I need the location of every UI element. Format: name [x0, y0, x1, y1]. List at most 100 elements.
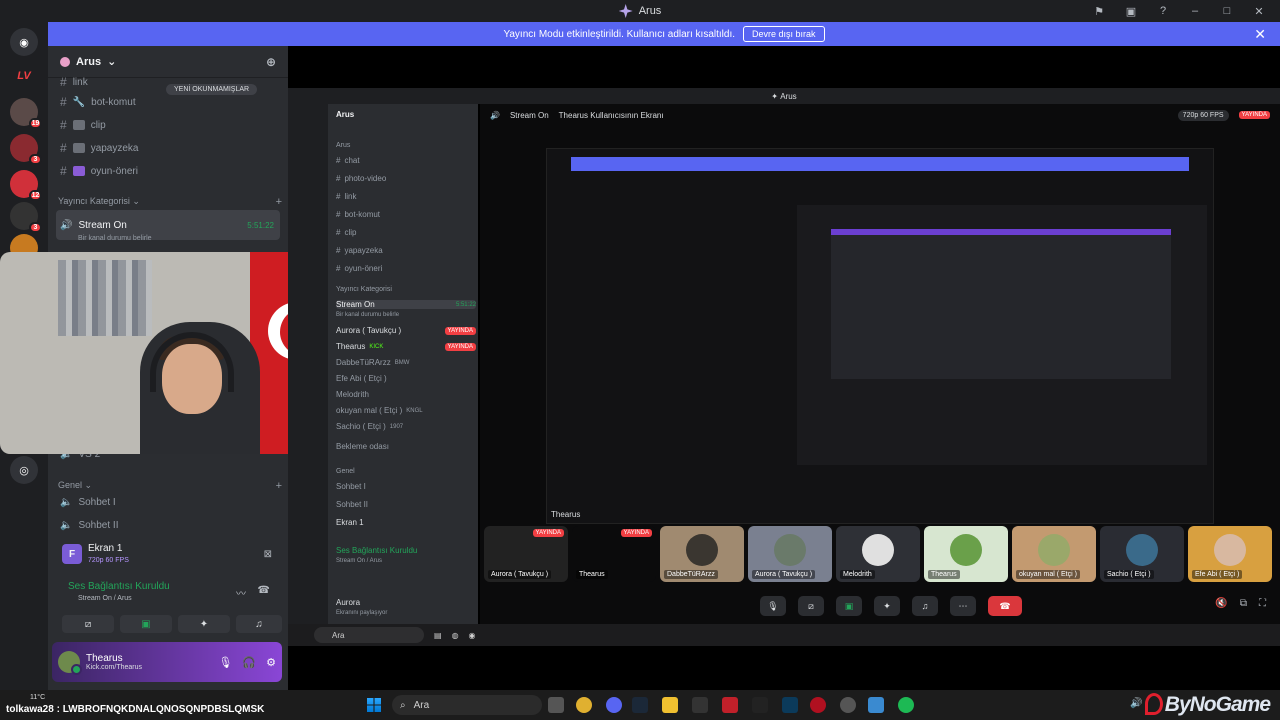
- app-icon[interactable]: [722, 697, 738, 713]
- screen-avatar: F: [62, 544, 82, 564]
- app-icon[interactable]: [868, 697, 884, 713]
- stop-stream-icon[interactable]: ⊠: [264, 549, 272, 560]
- avatar[interactable]: [58, 651, 82, 675]
- popout-icon[interactable]: ⧉: [1240, 598, 1247, 609]
- soundboard-button[interactable]: ♫: [236, 615, 282, 633]
- participant-tile[interactable]: Aurora ( Tavukçu ): [748, 526, 832, 582]
- shared-connection: Ses Bağlantısı Kuruldu: [336, 546, 418, 555]
- flag-icon[interactable]: ⚑: [1084, 0, 1114, 22]
- minimize-button[interactable]: –: [1180, 0, 1210, 22]
- photoshop-icon[interactable]: [782, 697, 798, 713]
- taskbar-search[interactable]: ⌕ Ara: [392, 695, 542, 715]
- settings-gear-icon[interactable]: ⚙: [266, 656, 276, 669]
- discord-icon[interactable]: [606, 697, 622, 713]
- add-channel-icon[interactable]: +: [276, 480, 282, 492]
- channel-oyun-oneri[interactable]: # oyun-öneri: [56, 161, 280, 181]
- spotify-icon[interactable]: [898, 697, 914, 713]
- more-options-icon[interactable]: ⋯: [950, 596, 976, 616]
- shared-channel-sidebar: Arus Arus # chat # photo-video # link # …: [328, 104, 478, 624]
- banner-close-icon[interactable]: ✕: [1254, 26, 1266, 43]
- server-badge-icon: [60, 56, 70, 67]
- gamepad-icon: [72, 166, 85, 176]
- channel-bot-komut[interactable]: # 🔧 bot-komut: [56, 92, 280, 112]
- nested-stream-label: Thearus: [551, 510, 581, 519]
- shared-server-rail: [288, 104, 328, 624]
- epic-games-icon[interactable]: [752, 697, 768, 713]
- hash-icon: #: [60, 118, 67, 132]
- discord-home-icon[interactable]: ◉: [10, 28, 38, 56]
- server-lv[interactable]: LV: [10, 62, 38, 90]
- voice-channel-sohbet-2[interactable]: 🔈 Sohbet II: [56, 515, 280, 535]
- soundboard-icon[interactable]: ♫: [912, 596, 938, 616]
- volume-mute-icon[interactable]: 🔇: [1215, 598, 1227, 609]
- category-genel[interactable]: Genel ⌄ +: [58, 480, 282, 492]
- app-icon[interactable]: [692, 697, 708, 713]
- screen-share-button[interactable]: ▣: [120, 615, 172, 633]
- keyboard-icon: [72, 143, 85, 153]
- streamer-mode-banner: Yayıncı Modu etkinleştirildi. Kullanıcı …: [48, 22, 1280, 46]
- participant-tile[interactable]: Melodrith: [836, 526, 920, 582]
- channel-status[interactable]: Bir kanal durumu belirle: [56, 228, 280, 248]
- obs-icon[interactable]: [840, 697, 856, 713]
- shared-member: Melodrith: [336, 390, 369, 399]
- inbox-icon[interactable]: ▣: [1116, 0, 1146, 22]
- speaker-icon: 🔈: [60, 496, 73, 508]
- participant-tile[interactable]: Efe Abi ( Etçi ): [1188, 526, 1272, 582]
- channel-clip[interactable]: # clip: [56, 115, 280, 135]
- activities-button[interactable]: ✦: [178, 615, 230, 633]
- category-yayinci[interactable]: Yayıncı Kategorisi ⌄ +: [58, 196, 282, 208]
- participant-tile[interactable]: Sachio ( Etçi ): [1100, 526, 1184, 582]
- invite-user-icon[interactable]: ⊕: [266, 55, 276, 69]
- fullscreen-icon[interactable]: ⛶: [1259, 598, 1266, 609]
- stream-quality: 720p 60 FPS: [1177, 109, 1229, 121]
- noise-suppression-icon[interactable]: 〰: [236, 585, 246, 600]
- participant-tile[interactable]: okuyan mal ( Etçi ): [1012, 526, 1096, 582]
- microphone-icon[interactable]: 🎙: [218, 656, 232, 669]
- channel-yapayzeka[interactable]: # yapayzeka: [56, 138, 280, 158]
- user-panel[interactable]: Thearus Kick.com/Thearus 🎙 🎧 ⚙: [52, 642, 282, 682]
- server-icon[interactable]: 3: [10, 202, 42, 233]
- chrome-icon[interactable]: [576, 697, 592, 713]
- server-icon[interactable]: 12: [10, 170, 42, 201]
- participant-tile[interactable]: Thearus: [924, 526, 1008, 582]
- maximize-button[interactable]: □: [1212, 0, 1242, 22]
- shared-member: Efe Abi ( Etçi ): [336, 374, 387, 383]
- task-view-icon[interactable]: [548, 697, 564, 713]
- add-channel-icon[interactable]: +: [276, 196, 282, 208]
- close-window-button[interactable]: ✕: [1244, 0, 1274, 22]
- volume-icon[interactable]: 🔊: [1130, 698, 1142, 709]
- weather-widget[interactable]: 11°C: [30, 694, 45, 701]
- screen-share-icon[interactable]: ▣: [836, 596, 862, 616]
- steam-icon[interactable]: [632, 697, 648, 713]
- shared-member: Thearus KICK YAYINDA: [336, 342, 476, 351]
- wall-shelf-image: [58, 260, 152, 336]
- wrench-icon: 🔧: [72, 96, 86, 108]
- microphone-icon[interactable]: 🎙: [760, 596, 786, 616]
- camera-off-button[interactable]: ⧄: [62, 615, 114, 633]
- voice-channel-sohbet-1[interactable]: 🔈 Sohbet I: [56, 492, 280, 512]
- camera-off-icon[interactable]: ⧄: [798, 596, 824, 616]
- windows-start-icon[interactable]: [367, 698, 381, 712]
- folder-icon: ▤: [434, 630, 442, 640]
- avatar: [1214, 534, 1246, 566]
- participant-tile[interactable]: Aurora ( Tavukçu ) YAYINDA: [484, 526, 568, 582]
- discover-icon[interactable]: ◎: [10, 456, 38, 484]
- activities-icon[interactable]: ✦: [874, 596, 900, 616]
- participant-tile[interactable]: Thearus YAYINDA: [572, 526, 656, 582]
- server-icon[interactable]: 19: [10, 98, 42, 129]
- app-icon[interactable]: [810, 697, 826, 713]
- shared-connection-sub: Stream On / Arus: [336, 558, 383, 564]
- file-explorer-icon[interactable]: [662, 697, 678, 713]
- disconnect-icon[interactable]: ☎: [258, 585, 270, 596]
- hash-icon: #: [60, 95, 67, 109]
- headphones-icon[interactable]: 🎧: [242, 656, 256, 669]
- username: Thearus: [86, 653, 123, 664]
- window-controls: ⚑ ▣ ? – □ ✕: [1084, 0, 1280, 22]
- help-icon[interactable]: ?: [1148, 0, 1178, 22]
- server-icon[interactable]: 3: [10, 134, 42, 165]
- disable-streamer-mode-button[interactable]: Devre dışı bırak: [743, 26, 825, 42]
- participant-tile[interactable]: DabbeTüRArzz: [660, 526, 744, 582]
- nested-window: [797, 205, 1207, 465]
- leave-call-button[interactable]: ☎: [988, 596, 1022, 616]
- voice-connection-panel: F Ekran 1 720p 60 FPS ⊠ Ses Bağlantısı Ku…: [54, 543, 282, 639]
